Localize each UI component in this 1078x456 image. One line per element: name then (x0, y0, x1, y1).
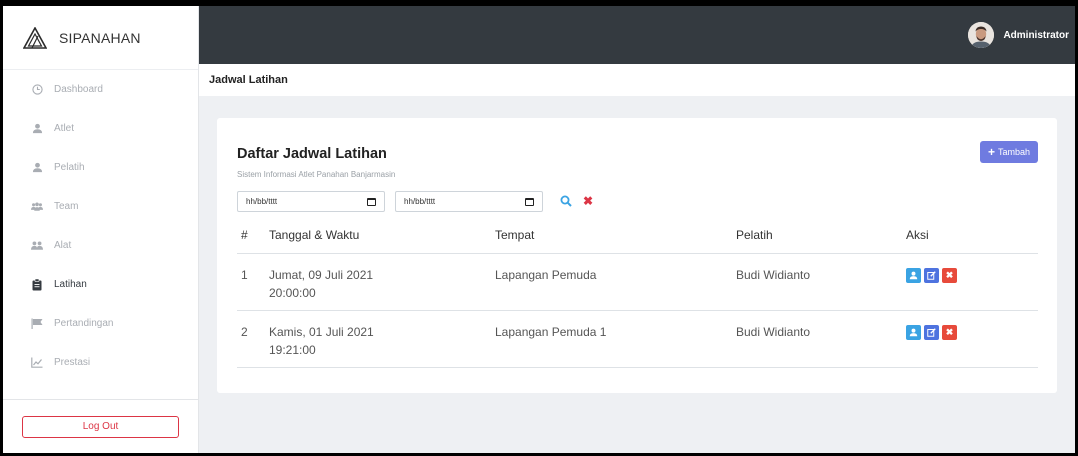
delete-button[interactable]: ✖ (942, 324, 957, 340)
sidebar-item-team[interactable]: Team (3, 187, 198, 226)
brand-name: SIPANAHAN (59, 29, 141, 46)
row-date: Kamis, 01 Juli 2021 (269, 324, 374, 339)
view-athletes-button[interactable] (906, 324, 921, 340)
row-actions: ✖ (906, 253, 1038, 311)
row-time: 19:21:00 (269, 342, 316, 357)
sidebar-item-prestasi[interactable]: Prestasi (3, 343, 198, 382)
user-icon (909, 271, 918, 279)
page-header: Jadwal Latihan (199, 64, 1075, 96)
clipboard-icon (31, 278, 43, 291)
logout-area: Log Out (3, 399, 198, 453)
calendar-icon[interactable] (367, 197, 376, 206)
close-icon: ✖ (945, 270, 954, 280)
sidebar-item-pelatih[interactable]: Pelatih (3, 148, 198, 187)
column-header-no: # (237, 217, 269, 254)
calendar-icon[interactable] (525, 197, 534, 206)
row-date: Jumat, 09 Juli 2021 (269, 267, 374, 282)
edit-icon (927, 270, 936, 280)
row-number: 1 (237, 253, 269, 311)
sidebar-item-label: Alat (54, 240, 72, 251)
edit-button[interactable] (924, 324, 939, 340)
logout-button[interactable]: Log Out (22, 415, 179, 438)
user-name[interactable]: Administrator (1003, 30, 1069, 41)
row-place: Lapangan Pemuda 1 (495, 310, 736, 368)
column-header-place: Tempat (495, 217, 736, 254)
user-icon (909, 328, 918, 336)
chart-line-icon (31, 357, 43, 369)
row-place: Lapangan Pemuda (495, 253, 736, 311)
brand-logo-icon (23, 26, 47, 49)
clear-filter-icon[interactable]: ✖ (583, 195, 595, 207)
sidebar-item-latihan[interactable]: Latihan (3, 265, 198, 304)
row-number: 2 (237, 310, 269, 368)
row-datetime: Jumat, 09 Juli 2021 20:00:00 (269, 253, 495, 311)
app-frame: SIPANAHAN Dashboard Atlet Pelatih Team A… (0, 0, 1078, 456)
table-row: 2 Kamis, 01 Juli 2021 19:21:00 Lapangan … (237, 310, 1038, 368)
user-icon (31, 123, 43, 135)
sidebar-nav: Dashboard Atlet Pelatih Team Alat Latiha… (3, 70, 198, 382)
sidebar: SIPANAHAN Dashboard Atlet Pelatih Team A… (3, 6, 199, 453)
row-coach: Budi Widianto (736, 310, 906, 368)
brand[interactable]: SIPANAHAN (3, 6, 198, 70)
table-row: 1 Jumat, 09 Juli 2021 20:00:00 Lapangan … (237, 253, 1038, 311)
search-icon[interactable] (560, 195, 572, 207)
clock-icon (31, 84, 43, 96)
user-icon (31, 162, 43, 174)
sidebar-item-label: Dashboard (54, 84, 103, 95)
topbar: Administrator (199, 6, 1075, 64)
sidebar-item-label: Pelatih (54, 162, 85, 173)
column-header-actions: Aksi (906, 217, 1038, 254)
sidebar-item-pertandingan[interactable]: Pertandingan (3, 304, 198, 343)
users-icon (31, 201, 43, 213)
row-actions: ✖ (906, 310, 1038, 368)
card-title: Daftar Jadwal Latihan (237, 146, 387, 162)
schedule-card: Daftar Jadwal Latihan Sistem Informasi A… (217, 118, 1057, 393)
tools-icon (31, 240, 43, 252)
row-datetime: Kamis, 01 Juli 2021 19:21:00 (269, 310, 495, 368)
sidebar-item-alat[interactable]: Alat (3, 226, 198, 265)
start-date-input[interactable]: hh/bb/tttt (237, 191, 385, 212)
add-button[interactable]: + Tambah (979, 141, 1038, 163)
end-date-input[interactable]: hh/bb/tttt (395, 191, 543, 212)
edit-button[interactable] (924, 267, 939, 283)
sidebar-item-label: Atlet (54, 123, 75, 134)
column-header-coach: Pelatih (736, 217, 906, 254)
column-header-datetime: Tanggal & Waktu (269, 217, 495, 254)
page-title: Jadwal Latihan (209, 74, 288, 86)
schedule-table: # Tanggal & Waktu Tempat Pelatih Aksi 1 … (237, 217, 1038, 368)
plus-icon: + (987, 145, 995, 159)
sidebar-item-label: Pertandingan (54, 318, 114, 329)
row-coach: Budi Widianto (736, 253, 906, 311)
start-date-placeholder: hh/bb/tttt (246, 197, 278, 206)
table-header-row: # Tanggal & Waktu Tempat Pelatih Aksi (237, 217, 1038, 254)
sidebar-item-label: Prestasi (54, 357, 91, 368)
row-time: 20:00:00 (269, 285, 316, 300)
sidebar-item-atlet[interactable]: Atlet (3, 109, 198, 148)
end-date-placeholder: hh/bb/tttt (404, 197, 436, 206)
user-avatar-icon (968, 22, 995, 48)
sidebar-item-dashboard[interactable]: Dashboard (3, 70, 198, 109)
delete-button[interactable]: ✖ (942, 267, 957, 283)
avatar[interactable] (968, 22, 995, 48)
add-button-label: Tambah (997, 147, 1030, 157)
close-icon: ✖ (945, 327, 954, 337)
view-athletes-button[interactable] (906, 267, 921, 283)
sidebar-item-label: Team (54, 201, 79, 212)
card-subtitle: Sistem Informasi Atlet Panahan Banjarmas… (237, 170, 396, 179)
sidebar-item-label: Latihan (54, 279, 87, 290)
edit-icon (927, 327, 936, 337)
flag-icon (31, 318, 43, 330)
